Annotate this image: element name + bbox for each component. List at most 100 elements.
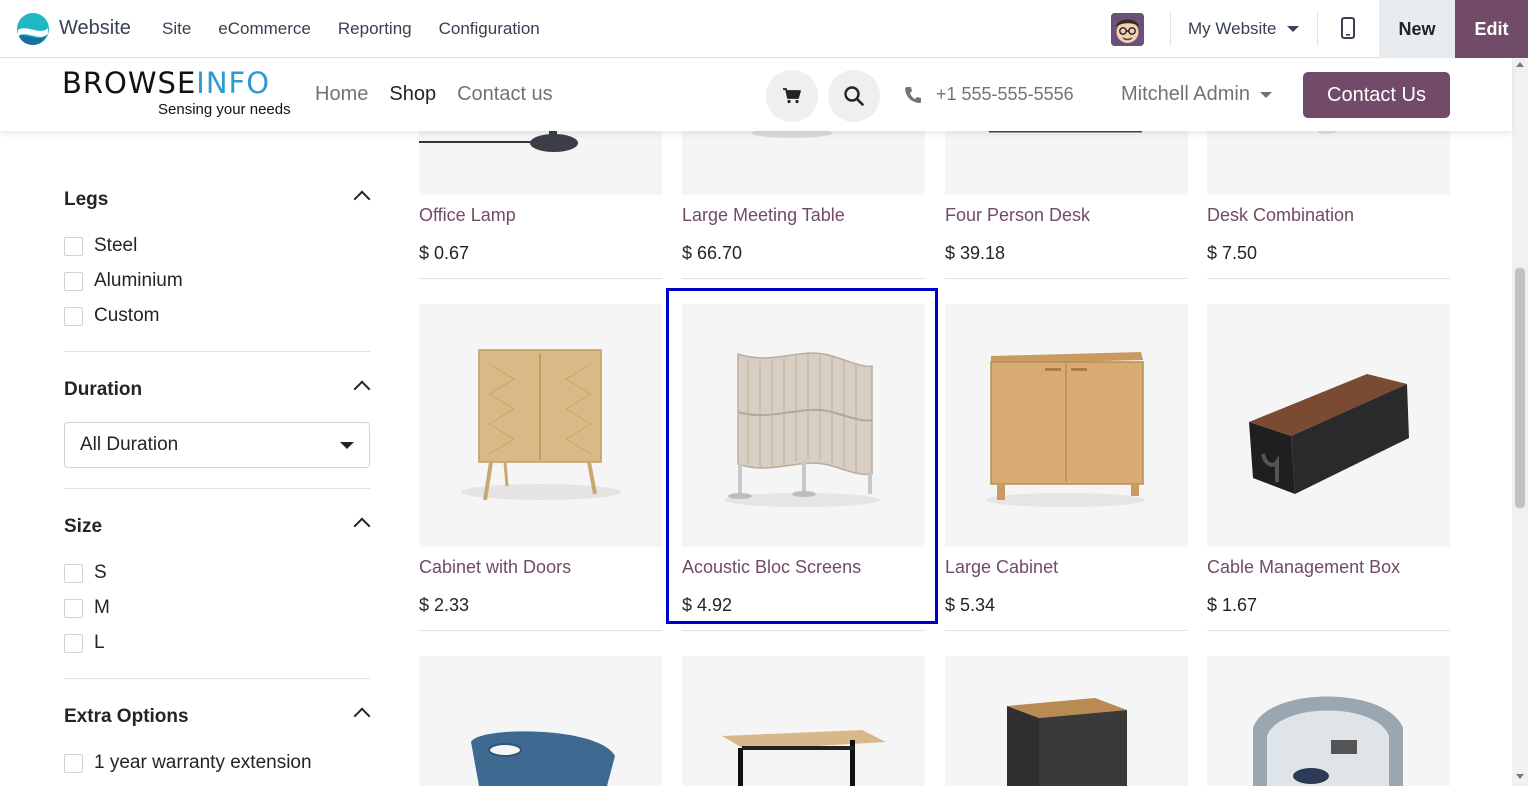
checkbox[interactable] bbox=[64, 236, 83, 256]
filter-option-warranty[interactable]: 1 year warranty extension bbox=[64, 752, 312, 774]
website-selector-label: My Website bbox=[1188, 19, 1277, 38]
page-scrollbar[interactable] bbox=[1512, 58, 1528, 786]
product-image[interactable] bbox=[682, 304, 925, 547]
nav-shop[interactable]: Shop bbox=[389, 83, 436, 106]
product-divider bbox=[1207, 278, 1450, 279]
product-image[interactable] bbox=[682, 131, 925, 195]
checkbox[interactable] bbox=[64, 598, 83, 618]
product-divider bbox=[682, 278, 925, 279]
brand-prefix: BROWSE bbox=[62, 66, 197, 100]
desk-combination-image bbox=[1317, 131, 1337, 134]
product-name[interactable]: Large Cabinet bbox=[945, 557, 1058, 578]
product-price: $ 7.50 bbox=[1207, 243, 1258, 263]
option-label: Aluminium bbox=[94, 270, 183, 291]
product-divider bbox=[945, 278, 1188, 279]
filter-option-custom[interactable]: Custom bbox=[64, 305, 159, 327]
product-name[interactable]: Four Person Desk bbox=[945, 205, 1090, 226]
edit-button[interactable]: Edit bbox=[1455, 0, 1528, 58]
brand-tagline: Sensing your needs bbox=[158, 101, 291, 118]
contact-us-button[interactable]: Contact Us bbox=[1303, 72, 1450, 118]
menu-site[interactable]: Site bbox=[162, 19, 191, 39]
checkbox[interactable] bbox=[64, 271, 83, 291]
duration-select-value: All Duration bbox=[80, 434, 179, 455]
filter-title-legs[interactable]: Legs bbox=[64, 189, 108, 211]
filter-option-s[interactable]: S bbox=[64, 562, 107, 584]
product-image[interactable] bbox=[1207, 656, 1450, 786]
product-image[interactable] bbox=[1207, 304, 1450, 547]
product-divider bbox=[945, 630, 1188, 631]
scroll-down-arrow-icon[interactable] bbox=[1516, 774, 1524, 779]
product-image[interactable] bbox=[945, 304, 1188, 547]
filter-title-duration[interactable]: Duration bbox=[64, 379, 142, 401]
brand-wordmark: BROWSEINFO bbox=[62, 66, 291, 100]
product-divider bbox=[419, 630, 662, 631]
product-price: $ 2.33 bbox=[419, 595, 470, 615]
pedestal-cabinet-image bbox=[1007, 698, 1127, 786]
chevron-up-icon[interactable] bbox=[353, 517, 371, 535]
product-image[interactable] bbox=[682, 656, 925, 786]
product-price: $ 1.67 bbox=[1207, 595, 1258, 615]
duration-select[interactable]: All Duration bbox=[64, 422, 370, 468]
product-name[interactable]: Cabinet with Doors bbox=[419, 557, 571, 578]
filter-option-steel[interactable]: Steel bbox=[64, 235, 137, 257]
storage-basket-image bbox=[471, 731, 615, 786]
product-image[interactable] bbox=[945, 656, 1188, 786]
admin-separator bbox=[1317, 12, 1318, 46]
menu-ecommerce[interactable]: eCommerce bbox=[218, 19, 311, 39]
odoo-website-logo-icon[interactable] bbox=[16, 12, 50, 46]
filter-title-size[interactable]: Size bbox=[64, 516, 102, 538]
nav-home[interactable]: Home bbox=[315, 83, 368, 106]
checkbox[interactable] bbox=[64, 563, 83, 583]
admin-separator bbox=[1170, 12, 1171, 46]
product-name[interactable]: Desk Combination bbox=[1207, 205, 1354, 226]
user-menu[interactable]: Mitchell Admin bbox=[1121, 83, 1272, 106]
product-price: $ 0.67 bbox=[419, 243, 470, 263]
chevron-up-icon[interactable] bbox=[353, 707, 371, 725]
scrollbar-thumb[interactable] bbox=[1515, 268, 1525, 508]
product-image[interactable] bbox=[419, 131, 662, 195]
product-image[interactable] bbox=[419, 656, 662, 786]
search-button[interactable] bbox=[828, 70, 880, 122]
nav-contact-us[interactable]: Contact us bbox=[457, 83, 553, 106]
product-name[interactable]: Acoustic Bloc Screens bbox=[682, 557, 861, 578]
website-selector[interactable]: My Website bbox=[1188, 19, 1299, 39]
phone-icon bbox=[905, 86, 921, 103]
app-name[interactable]: Website bbox=[59, 17, 131, 40]
product-name[interactable]: Office Lamp bbox=[419, 205, 516, 226]
large-meeting-table-image bbox=[752, 131, 832, 138]
cabinet-with-doors-image bbox=[461, 349, 621, 501]
checkbox[interactable] bbox=[64, 306, 83, 326]
cable-management-box-image bbox=[1249, 374, 1409, 494]
filter-option-aluminium[interactable]: Aluminium bbox=[64, 270, 183, 292]
product-image[interactable] bbox=[945, 131, 1188, 195]
scroll-up-arrow-icon[interactable] bbox=[1516, 62, 1524, 67]
admin-bar: Website Site eCommerce Reporting Configu… bbox=[0, 0, 1528, 58]
user-name: Mitchell Admin bbox=[1121, 83, 1250, 105]
product-image[interactable] bbox=[419, 304, 662, 547]
chevron-up-icon[interactable] bbox=[353, 380, 371, 398]
filter-option-m[interactable]: M bbox=[64, 597, 110, 619]
product-image[interactable] bbox=[1207, 131, 1450, 195]
mobile-preview-icon[interactable] bbox=[1341, 17, 1355, 39]
chevron-down-icon bbox=[1286, 26, 1299, 32]
menu-reporting[interactable]: Reporting bbox=[338, 19, 412, 39]
filter-option-l[interactable]: L bbox=[64, 632, 105, 654]
cart-button[interactable] bbox=[766, 70, 818, 122]
product-price: $ 5.34 bbox=[945, 595, 996, 615]
checkbox[interactable] bbox=[64, 753, 83, 773]
chevron-up-icon[interactable] bbox=[353, 190, 371, 208]
user-avatar[interactable] bbox=[1111, 13, 1144, 46]
phone-contact[interactable]: +1 555-555-5556 bbox=[904, 84, 1074, 105]
product-name[interactable]: Large Meeting Table bbox=[682, 205, 845, 226]
product-price: $ 39.18 bbox=[945, 243, 1006, 263]
checkbox[interactable] bbox=[64, 633, 83, 653]
filter-divider bbox=[64, 488, 370, 489]
large-cabinet-image bbox=[985, 352, 1145, 507]
brand-logo[interactable]: BROWSEINFO Sensing your needs bbox=[62, 66, 291, 119]
new-button[interactable]: New bbox=[1379, 0, 1455, 58]
filter-divider bbox=[64, 351, 370, 352]
site-header: BROWSEINFO Sensing your needs Home Shop … bbox=[0, 59, 1512, 131]
filter-title-extra-options[interactable]: Extra Options bbox=[64, 706, 189, 728]
menu-configuration[interactable]: Configuration bbox=[439, 19, 540, 39]
product-name[interactable]: Cable Management Box bbox=[1207, 557, 1400, 578]
